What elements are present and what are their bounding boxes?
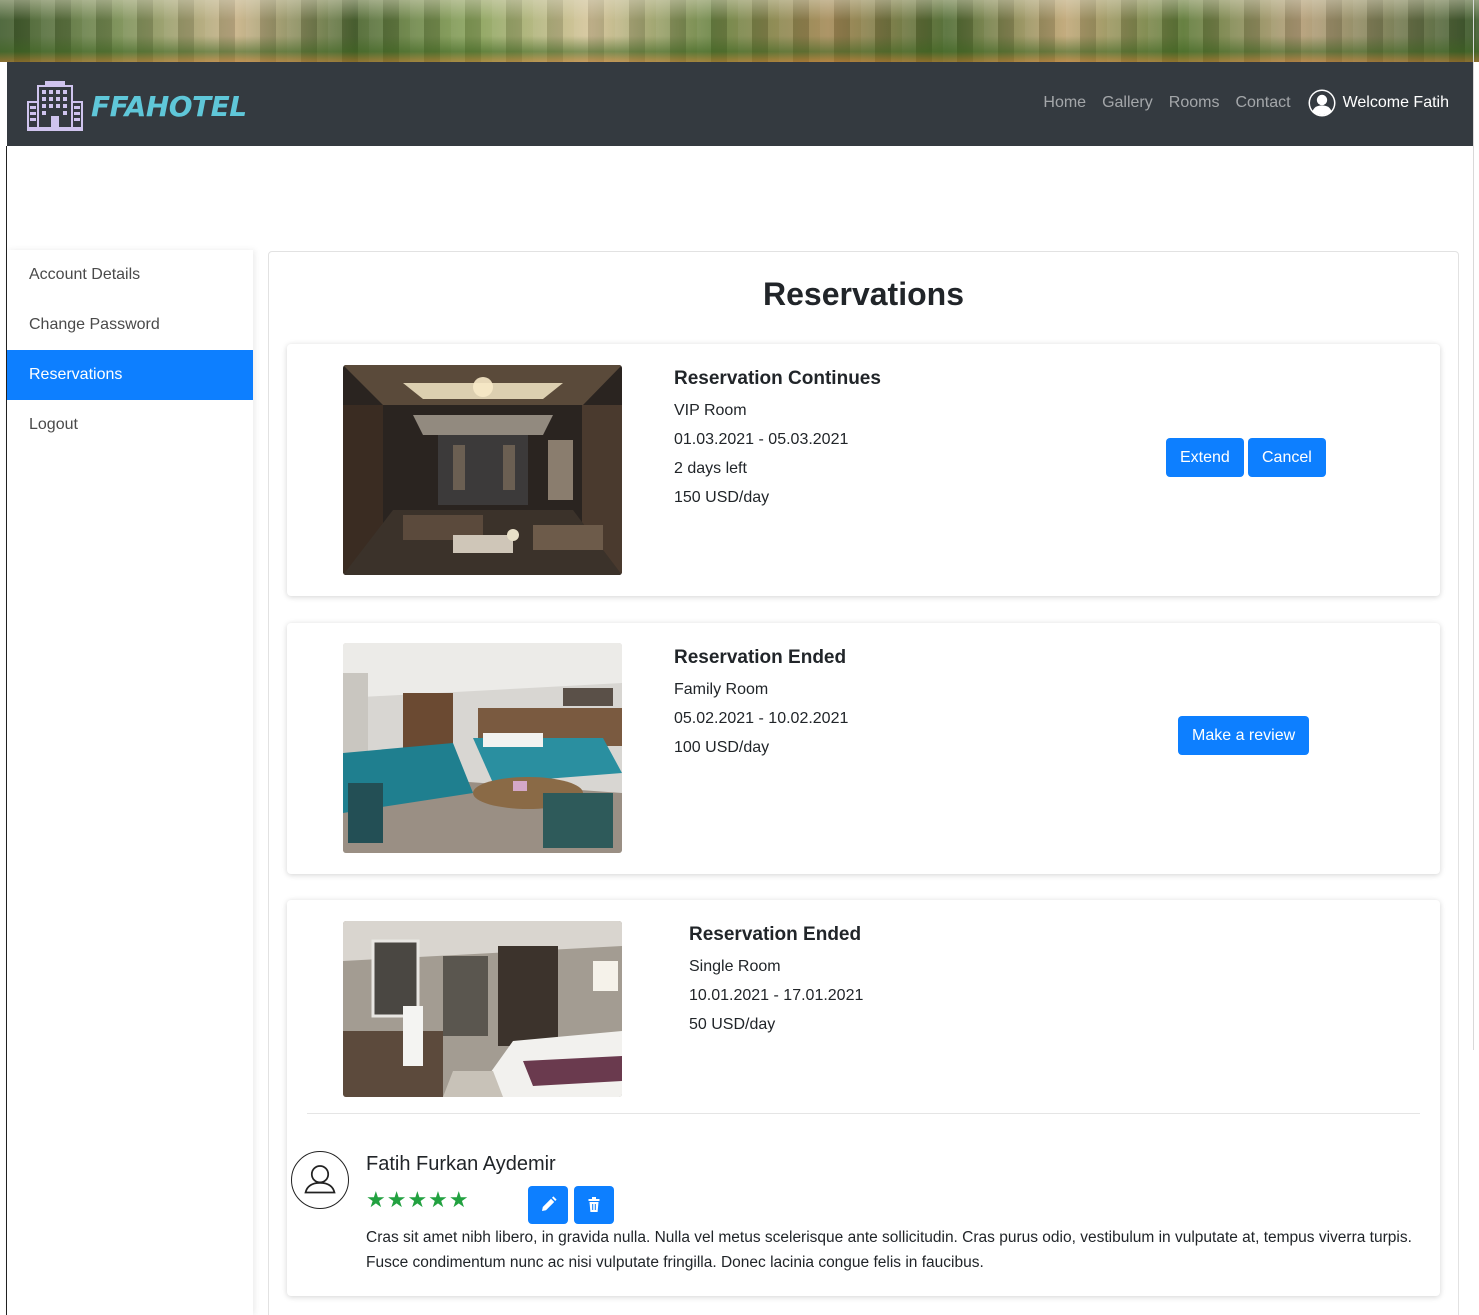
divider xyxy=(307,1113,1420,1114)
brand-name: FFAHOTEL xyxy=(91,89,247,123)
header-banner-image xyxy=(0,0,1479,62)
nav-rooms[interactable]: Rooms xyxy=(1169,94,1220,112)
sidebar-item-account-details[interactable]: Account Details xyxy=(7,250,253,300)
room-price: 100 USD/day xyxy=(674,739,770,756)
reviewer-name: Fatih Furkan Aydemir xyxy=(366,1153,556,1175)
sidebar-item-reservations[interactable]: Reservations xyxy=(7,350,253,400)
cancel-button[interactable]: Cancel xyxy=(1248,438,1326,477)
room-price: 150 USD/day xyxy=(674,489,770,506)
reservation-dates: 10.01.2021 - 17.01.2021 xyxy=(689,987,864,1004)
sidebar-item-change-password[interactable]: Change Password xyxy=(7,300,253,350)
reservation-card: Reservation Ended Family Room 05.02.2021… xyxy=(287,623,1440,874)
welcome-text: Welcome Fatih xyxy=(1342,94,1449,111)
reservation-dates: 01.03.2021 - 05.03.2021 xyxy=(674,431,849,448)
days-left: 2 days left xyxy=(674,460,747,477)
nav-home[interactable]: Home xyxy=(1043,94,1086,112)
room-name: Family Room xyxy=(674,681,769,698)
navbar: FFAHOTEL Home Gallery Rooms Contact Welc… xyxy=(7,62,1473,146)
delete-review-button[interactable] xyxy=(574,1186,614,1224)
reservation-card: Reservation Ended Single Room 10.01.2021… xyxy=(287,900,1440,1296)
reservation-status: Reservation Continues xyxy=(674,368,881,389)
family-room-image xyxy=(343,643,622,853)
sidebar-item-logout[interactable]: Logout xyxy=(7,400,253,450)
nav-gallery[interactable]: Gallery xyxy=(1102,94,1153,112)
reservations-panel: Reservations Reservation Continues VIP R… xyxy=(268,251,1459,1315)
reservation-status: Reservation Ended xyxy=(674,647,847,668)
room-price: 50 USD/day xyxy=(689,1016,776,1033)
main-nav: Home Gallery Rooms Contact Welcome Fatih xyxy=(1027,88,1449,118)
hotel-building-icon xyxy=(27,81,83,131)
extend-button[interactable]: Extend xyxy=(1166,438,1244,477)
user-menu[interactable]: Welcome Fatih xyxy=(1307,88,1449,118)
reservation-card: Reservation Continues VIP Room 01.03.202… xyxy=(287,344,1440,596)
room-name: Single Room xyxy=(689,958,781,975)
account-sidebar: Account Details Change Password Reservat… xyxy=(7,250,253,1315)
page-title: Reservations xyxy=(763,276,964,312)
edit-review-button[interactable] xyxy=(528,1186,568,1224)
reviewer-avatar-icon xyxy=(291,1151,349,1209)
reservation-info: Reservation Ended Family Room 05.02.2021… xyxy=(674,647,848,762)
room-name: VIP Room xyxy=(674,402,747,419)
single-room-image xyxy=(343,921,622,1097)
brand-logo[interactable]: FFAHOTEL xyxy=(25,80,247,132)
page-border-right xyxy=(1473,0,1474,1050)
trash-icon xyxy=(588,1197,600,1212)
reservation-status: Reservation Ended xyxy=(689,924,862,945)
nav-contact[interactable]: Contact xyxy=(1235,94,1290,112)
user-avatar-icon xyxy=(1308,89,1336,117)
review-text: Cras sit amet nibh libero, in gravida nu… xyxy=(366,1229,1412,1271)
rating-stars: ★★★★★ xyxy=(366,1187,470,1212)
pencil-icon xyxy=(542,1196,557,1211)
reservation-dates: 05.02.2021 - 10.02.2021 xyxy=(674,710,849,727)
vip-room-image xyxy=(343,365,622,575)
reservation-info: Reservation Ended Single Room 10.01.2021… xyxy=(689,924,863,1039)
make-review-button[interactable]: Make a review xyxy=(1178,716,1310,755)
reservation-info: Reservation Continues VIP Room 01.03.202… xyxy=(674,368,881,512)
